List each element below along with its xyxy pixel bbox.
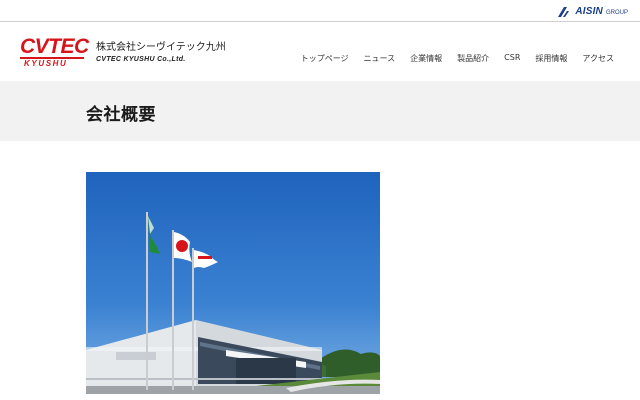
aisin-mark-icon xyxy=(558,6,570,17)
site-header: CVTEC KYUSHU 株式会社シーヴイテック九州 CVTEC KYUSHU … xyxy=(0,23,640,81)
top-utility-bar: AISIN GROUP xyxy=(0,0,640,22)
logo-cvtec-text: CVTEC xyxy=(20,35,89,58)
aisin-wordmark: AISIN xyxy=(575,6,603,17)
cvtec-logo[interactable]: CVTEC KYUSHU xyxy=(20,35,89,69)
nav-item-products[interactable]: 製品紹介 xyxy=(457,53,489,64)
nav-item-access[interactable]: アクセス xyxy=(582,53,614,64)
company-name-en: CVTEC KYUSHU Co.,Ltd. xyxy=(96,56,186,63)
nav-item-top[interactable]: トップページ xyxy=(301,53,349,64)
nav-item-news[interactable]: ニュース xyxy=(364,53,396,64)
nav-item-csr[interactable]: CSR xyxy=(504,53,520,64)
logo-kyushu-text: KYUSHU xyxy=(24,59,68,68)
nav-item-recruit[interactable]: 採用情報 xyxy=(535,53,567,64)
factory-illustration xyxy=(86,172,380,394)
aisin-group-logo[interactable]: AISIN GROUP xyxy=(558,5,628,18)
group-label: GROUP xyxy=(605,9,628,16)
global-nav: トップページ ニュース 企業情報 製品紹介 CSR 採用情報 アクセス xyxy=(301,53,614,64)
page-title: 会社概要 xyxy=(86,105,156,125)
page-title-band: 会社概要 xyxy=(0,81,640,141)
company-name-jp: 株式会社シーヴイテック九州 xyxy=(96,42,226,53)
company-name: 株式会社シーヴイテック九州 CVTEC KYUSHU Co.,Ltd. xyxy=(96,42,226,66)
factory-photo xyxy=(86,172,380,394)
brand-block[interactable]: CVTEC KYUSHU 株式会社シーヴイテック九州 CVTEC KYUSHU … xyxy=(20,35,226,69)
nav-item-company[interactable]: 企業情報 xyxy=(410,53,442,64)
